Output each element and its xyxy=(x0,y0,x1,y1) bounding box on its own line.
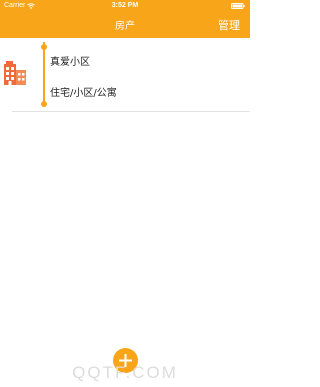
timeline-dot-top xyxy=(41,44,47,50)
list-item[interactable] xyxy=(0,38,250,111)
page-title: 房产 xyxy=(115,21,135,32)
manage-button[interactable]: 管理 xyxy=(218,17,240,33)
property-type: 住宅/小区/公寓 xyxy=(50,88,117,99)
status-bar: Carrier 3:52 PM xyxy=(0,0,250,11)
property-name: 真爱小区 xyxy=(50,57,90,68)
battery-icon xyxy=(231,3,245,9)
navigation-header: Carrier 3:52 PM 房产 管理 xyxy=(0,0,250,38)
status-time: 3:52 PM xyxy=(111,2,139,9)
watermark: QQTF.COM xyxy=(72,363,178,382)
list-divider xyxy=(12,111,250,112)
timeline-dot-bottom xyxy=(41,101,47,107)
building-icon xyxy=(4,61,26,85)
timeline-line xyxy=(43,42,45,104)
